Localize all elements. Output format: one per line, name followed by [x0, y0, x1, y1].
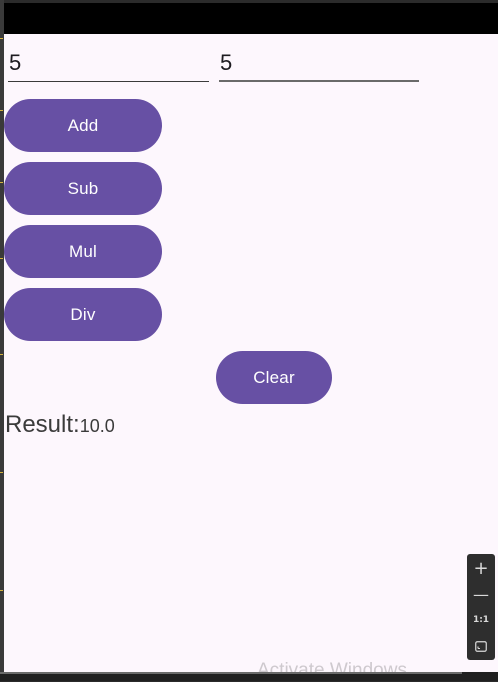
emulator-bottom-edge [0, 672, 462, 674]
subtract-button-label: Sub [67, 178, 99, 198]
second-number-input[interactable]: 5 [219, 48, 419, 82]
bezel-tick [0, 258, 3, 259]
emulator-frame: 5 5 Add Sub Mul Div Clear Result:10.0 + … [0, 0, 498, 681]
emulator-zoom-controls: + — 1:1 [467, 554, 495, 660]
bezel-tick [0, 38, 3, 39]
subtract-button[interactable]: Sub [4, 162, 162, 215]
actual-size-label: 1:1 [472, 615, 490, 625]
bezel-tick [0, 590, 3, 591]
clear-button-label: Clear [253, 367, 295, 387]
actual-size-button[interactable]: 1:1 [467, 608, 495, 632]
clear-button[interactable]: Clear [216, 351, 332, 404]
divide-button-label: Div [70, 304, 96, 324]
bezel-tick [0, 472, 3, 473]
fit-screen-button[interactable] [467, 634, 495, 658]
result-value: 10.0 [79, 416, 115, 436]
bezel-tick [0, 110, 3, 111]
add-button-label: Add [67, 115, 99, 135]
plus-icon: + [473, 557, 489, 579]
result-display: Result:10.0 [5, 411, 115, 439]
bezel-tick [0, 354, 3, 355]
multiply-button[interactable]: Mul [4, 225, 162, 278]
result-label: Result: [5, 411, 80, 438]
bezel-tick [0, 182, 3, 183]
minus-icon: — [473, 584, 489, 604]
status-bar [4, 3, 498, 34]
first-number-input[interactable]: 5 [8, 48, 209, 82]
zoom-out-button[interactable]: — [467, 582, 495, 606]
divide-button[interactable]: Div [4, 288, 162, 341]
multiply-button-label: Mul [69, 241, 97, 261]
fit-screen-icon [475, 640, 487, 652]
zoom-in-button[interactable]: + [467, 556, 495, 580]
add-button[interactable]: Add [4, 99, 162, 152]
